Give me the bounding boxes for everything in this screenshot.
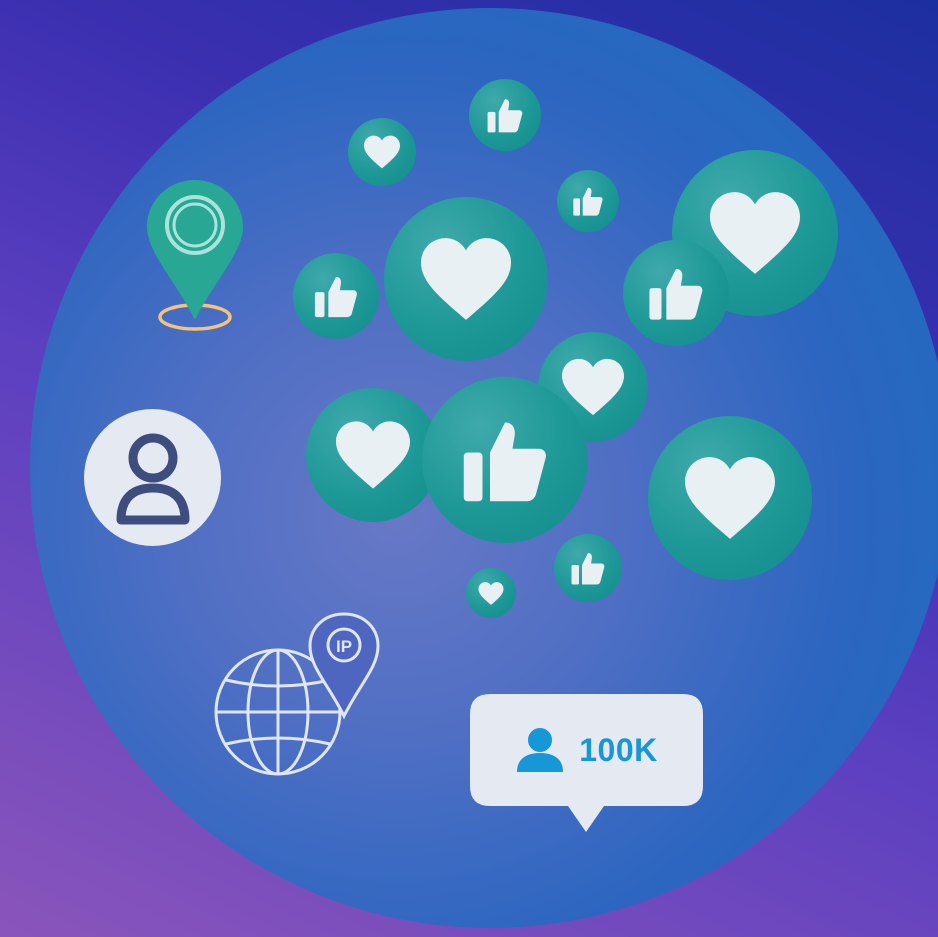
heart-icon [336, 421, 410, 489]
follower-count: 100K [579, 731, 658, 768]
heart-icon [421, 238, 511, 320]
heart-icon [478, 581, 504, 605]
thumbs-up-bubble [469, 79, 541, 151]
thumbs-up-icon [463, 422, 546, 502]
heart-bubble [466, 568, 516, 618]
user-icon [116, 433, 189, 524]
thumbs-up-icon [571, 553, 605, 585]
ip-label: IP [336, 637, 352, 656]
heart-icon [685, 457, 775, 539]
thumbs-up-bubble [422, 377, 588, 543]
location-pin-icon [145, 180, 245, 339]
thumbs-up-icon [314, 276, 357, 318]
heart-bubble [648, 416, 812, 580]
illustration-stage: IP 100K [0, 0, 938, 937]
ip-pin-icon: IP [308, 612, 380, 720]
avatar [84, 409, 221, 546]
thumbs-up-bubble [557, 170, 619, 232]
thumbs-up-bubble [623, 240, 729, 346]
heart-icon [364, 135, 400, 169]
user-icon [517, 728, 564, 772]
thumbs-up-icon [649, 268, 703, 320]
thumbs-up-icon [487, 99, 523, 133]
follower-count-badge: 100K [470, 694, 703, 832]
heart-bubble [306, 388, 440, 522]
thumbs-up-bubble [554, 534, 622, 602]
heart-bubble [384, 197, 548, 361]
thumbs-up-icon [573, 187, 603, 216]
thumbs-up-bubble [293, 253, 379, 339]
heart-bubble [348, 118, 416, 186]
globe-icon: IP [208, 612, 388, 786]
